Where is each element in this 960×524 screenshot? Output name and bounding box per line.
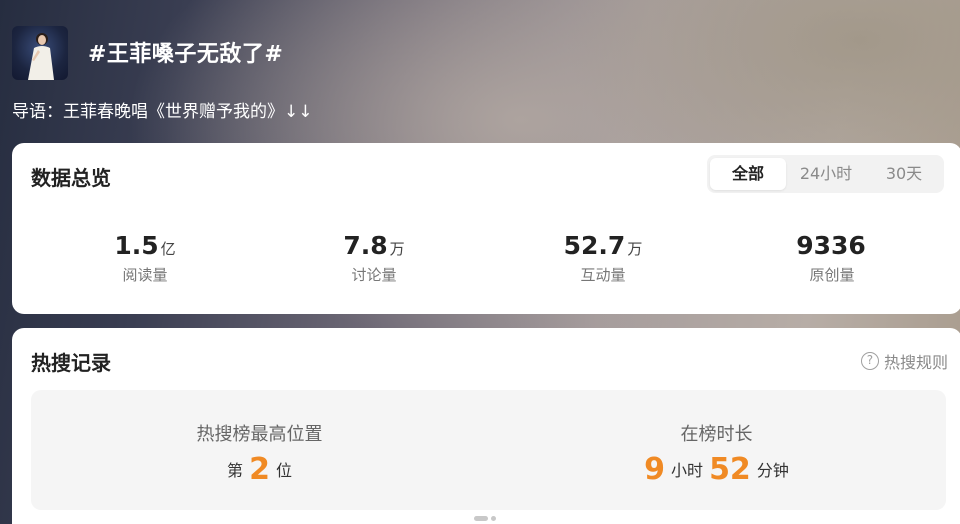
time-range-tabs: 全部 24小时 30天 [707, 155, 944, 193]
hot-search-rules-label: 热搜规则 [883, 353, 948, 372]
stat-interactions-label: 互动量 [580, 266, 626, 284]
stat-interactions-unit: 万 [627, 240, 643, 258]
hot-search-title: 热搜记录 [31, 351, 111, 375]
stat-discussions-value: 7.8 [343, 231, 388, 260]
stat-discussions-unit: 万 [389, 240, 405, 258]
highest-position-suffix: 位 [275, 461, 292, 480]
on-list-duration-label: 在榜时长 [680, 424, 753, 445]
stat-reads-value: 1.5 [114, 231, 159, 260]
stat-interactions-value: 52.7 [563, 231, 626, 260]
page-dot-active [474, 516, 488, 521]
duration-minutes-unit: 分钟 [756, 461, 789, 480]
topic-header: #王菲嗓子无敌了# [12, 26, 952, 82]
question-circle-icon: ? [860, 352, 879, 370]
highest-position-label: 热搜榜最高位置 [196, 424, 323, 445]
overview-title: 数据总览 [31, 166, 111, 190]
duration-hours: 9 [644, 452, 666, 487]
stat-reads-label: 阅读量 [122, 266, 168, 284]
page-indicator [474, 516, 496, 521]
topic-intro: 导语：王菲春晚唱《世界赠予我的》↓↓ [12, 102, 313, 122]
stat-discussions-label: 讨论量 [351, 266, 397, 284]
hot-search-card: 热搜记录 ? 热搜规则 热搜榜最高位置 第2位 在榜时长 9 小时 52 分钟 [12, 328, 960, 524]
on-list-duration-block: 在榜时长 9 小时 52 分钟 [488, 390, 945, 510]
duration-minutes: 52 [709, 452, 751, 487]
stat-original-value: 9336 [796, 231, 866, 260]
stat-discussions: 7.8 万 讨论量 [284, 231, 464, 285]
duration-hours-unit: 小时 [671, 461, 704, 480]
on-list-duration-value: 9 小时 52 分钟 [488, 452, 945, 487]
highest-position-number: 2 [249, 452, 270, 487]
stat-reads-unit: 亿 [160, 240, 176, 258]
highest-position-block: 热搜榜最高位置 第2位 [31, 390, 488, 510]
page-dot [491, 516, 496, 521]
tab-24h[interactable]: 24小时 [787, 158, 865, 190]
hot-search-rules-link[interactable]: ? 热搜规则 [860, 349, 948, 373]
tab-30d[interactable]: 30天 [866, 158, 942, 190]
highest-position-prefix: 第 [227, 461, 244, 480]
topic-title: #王菲嗓子无敌了# [88, 42, 284, 67]
hot-search-stats-box: 热搜榜最高位置 第2位 在榜时长 9 小时 52 分钟 [31, 390, 946, 510]
tab-all[interactable]: 全部 [710, 158, 786, 190]
data-overview-card: 数据总览 全部 24小时 30天 1.5 亿 阅读量 7.8 万 讨论量 52.7 万… [12, 143, 960, 314]
topic-cover-image [12, 26, 68, 80]
stat-original: 9336 原创量 [742, 231, 922, 285]
highest-position-value: 第2位 [31, 452, 488, 487]
stat-original-label: 原创量 [809, 266, 855, 284]
stat-interactions: 52.7 万 互动量 [513, 231, 693, 285]
stat-reads: 1.5 亿 阅读量 [55, 231, 235, 285]
